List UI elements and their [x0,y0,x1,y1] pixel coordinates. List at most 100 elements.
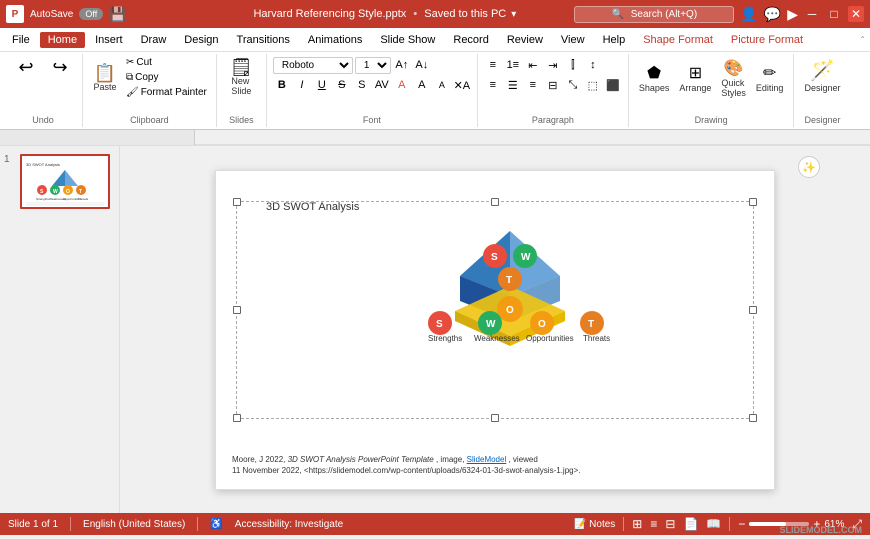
reading-view-icon[interactable]: 📖 [706,517,721,531]
menu-insert[interactable]: Insert [87,32,131,48]
status-left: Slide 1 of 1 English (United States) ♿ A… [8,517,562,531]
numbering-button[interactable]: 1≡ [504,56,522,74]
menu-animations[interactable]: Animations [300,32,370,48]
notes-view-icon[interactable]: 📄 [683,517,698,531]
menu-view[interactable]: View [553,32,593,48]
quick-styles-button[interactable]: 🎨 QuickStyles [717,56,750,100]
title-bar-center: Harvard Referencing Style.pptx • Saved t… [195,8,574,20]
save-icon[interactable]: 💾 [109,6,126,23]
increase-indent-button[interactable]: ⇥ [544,56,562,74]
italic-button[interactable]: I [293,76,311,94]
justify-button[interactable]: ⊟ [544,76,562,94]
cut-button[interactable]: ✂ Cut [123,56,210,69]
copilot-icon[interactable]: ✨ [798,156,820,178]
columns-button[interactable]: ⫿ [564,56,582,74]
clipboard-group: 📋 Paste ✂ Cut ⧉ Copy 🖌 Format Painter Cl… [83,54,217,127]
slide-sorter-icon[interactable]: ⊟ [665,517,675,531]
normal-view-icon[interactable]: ⊞ [632,517,642,531]
font-color-button[interactable]: A [393,76,411,94]
slide-content: 3D SWOT Analysis S [216,171,774,489]
slide-canvas[interactable]: 3D SWOT Analysis S [215,170,775,490]
menu-draw[interactable]: Draw [133,32,175,48]
decrease-font-button[interactable]: A↓ [413,56,431,74]
strikethrough-button[interactable]: S [333,76,351,94]
char-spacing-button[interactable]: AV [373,76,391,94]
ruler-corner [0,130,195,145]
arrange-icon: ⊞ [689,63,702,83]
editing-button[interactable]: ✏ Editing [752,61,788,95]
menu-home[interactable]: Home [40,32,85,48]
canvas-area: ✨ 3D SWOT Analysis [120,146,870,513]
share-icon[interactable]: 👤 [740,6,757,23]
ribbon-collapse-icon[interactable]: ⌃ [859,35,866,44]
redo-button[interactable]: ↪ [44,56,76,78]
shapes-button[interactable]: ⬟ Shapes [635,61,674,95]
bold-button[interactable]: B [273,76,291,94]
menu-review[interactable]: Review [499,32,551,48]
new-slide-button[interactable]: 🗒 NewSlide [225,56,257,98]
font-name-select[interactable]: Roboto [273,57,353,74]
align-left-button[interactable]: ≡ [484,76,502,94]
citation-link[interactable]: SlideModel [467,455,507,464]
outline-view-icon[interactable]: ≡ [650,517,657,531]
menu-record[interactable]: Record [445,32,496,48]
close-button[interactable]: ✕ [848,6,864,22]
clear-format-button[interactable]: ✕A [453,76,471,94]
font-size-large[interactable]: A [413,76,431,94]
menu-design[interactable]: Design [176,32,226,48]
decrease-indent-button[interactable]: ⇤ [524,56,542,74]
menu-picture-format[interactable]: Picture Format [723,32,811,48]
autosave-toggle[interactable]: Off [79,8,103,20]
paste-button[interactable]: 📋 Paste [89,62,121,94]
menu-shape-format[interactable]: Shape Format [635,32,721,48]
shadow-button[interactable]: S [353,76,371,94]
menu-slideshow[interactable]: Slide Show [372,32,443,48]
ruler-horizontal [195,130,870,145]
svg-text:Threats: Threats [583,334,610,343]
accessibility-label[interactable]: Accessibility: Investigate [235,519,343,530]
save-dropdown-icon[interactable]: ▾ [511,9,516,20]
copy-button[interactable]: ⧉ Copy [123,71,210,84]
minimize-button[interactable]: ─ [804,6,820,22]
slide-thumb-1[interactable]: 1 3D SWOT Analysis S W O [4,154,115,209]
notes-button[interactable]: 📝 Notes [574,519,615,530]
font-size-small[interactable]: A [433,76,451,94]
paragraph-label: Paragraph [532,115,574,125]
language-label[interactable]: English (United States) [83,519,185,530]
convert-smartart-button[interactable]: ⬛ [604,76,622,94]
quick-styles-icon: 🎨 [724,58,744,78]
swot-title: 3D SWOT Analysis [266,201,754,213]
zoom-out-icon[interactable]: − [738,517,745,531]
line-spacing-button[interactable]: ↕ [584,56,602,74]
underline-button[interactable]: U [313,76,331,94]
format-painter-button[interactable]: 🖌 Format Painter [123,86,210,99]
slide-thumbnail-1[interactable]: 3D SWOT Analysis S W O T Strengths Weakn… [20,154,110,209]
swot-section: 3D SWOT Analysis S [266,201,754,351]
title-bar-left: P AutoSave Off 💾 [6,5,195,23]
svg-text:W: W [486,319,496,330]
maximize-button[interactable]: □ [826,6,842,22]
present-icon[interactable]: ▶ [787,6,798,23]
slides-panel: 1 3D SWOT Analysis S W O [0,146,120,513]
designer-icon: 🪄 [810,58,835,83]
watermark: SLIDEMODEL.COM [780,525,863,535]
align-right-button[interactable]: ≡ [524,76,542,94]
font-size-select[interactable]: 18 [355,57,391,74]
undo-button[interactable]: ↩ [10,56,42,78]
smart-art-button[interactable]: ⬚ [584,76,602,94]
align-center-button[interactable]: ☰ [504,76,522,94]
svg-text:O: O [66,189,70,195]
text-direction-button[interactable]: ⤡ [564,76,582,94]
menu-help[interactable]: Help [595,32,634,48]
svg-text:Strengths: Strengths [36,197,49,201]
menu-transitions[interactable]: Transitions [229,32,298,48]
shapes-icon: ⬟ [647,63,661,83]
designer-button[interactable]: 🪄 Designer [800,56,844,95]
slide-info: Slide 1 of 1 [8,519,58,530]
menu-file[interactable]: File [4,32,38,48]
search-bar[interactable]: 🔍 Search (Alt+Q) [574,6,734,23]
arrange-button[interactable]: ⊞ Arrange [675,61,715,95]
comments-icon[interactable]: 💬 [764,6,781,23]
increase-font-button[interactable]: A↑ [393,56,411,74]
bullets-button[interactable]: ≡ [484,56,502,74]
